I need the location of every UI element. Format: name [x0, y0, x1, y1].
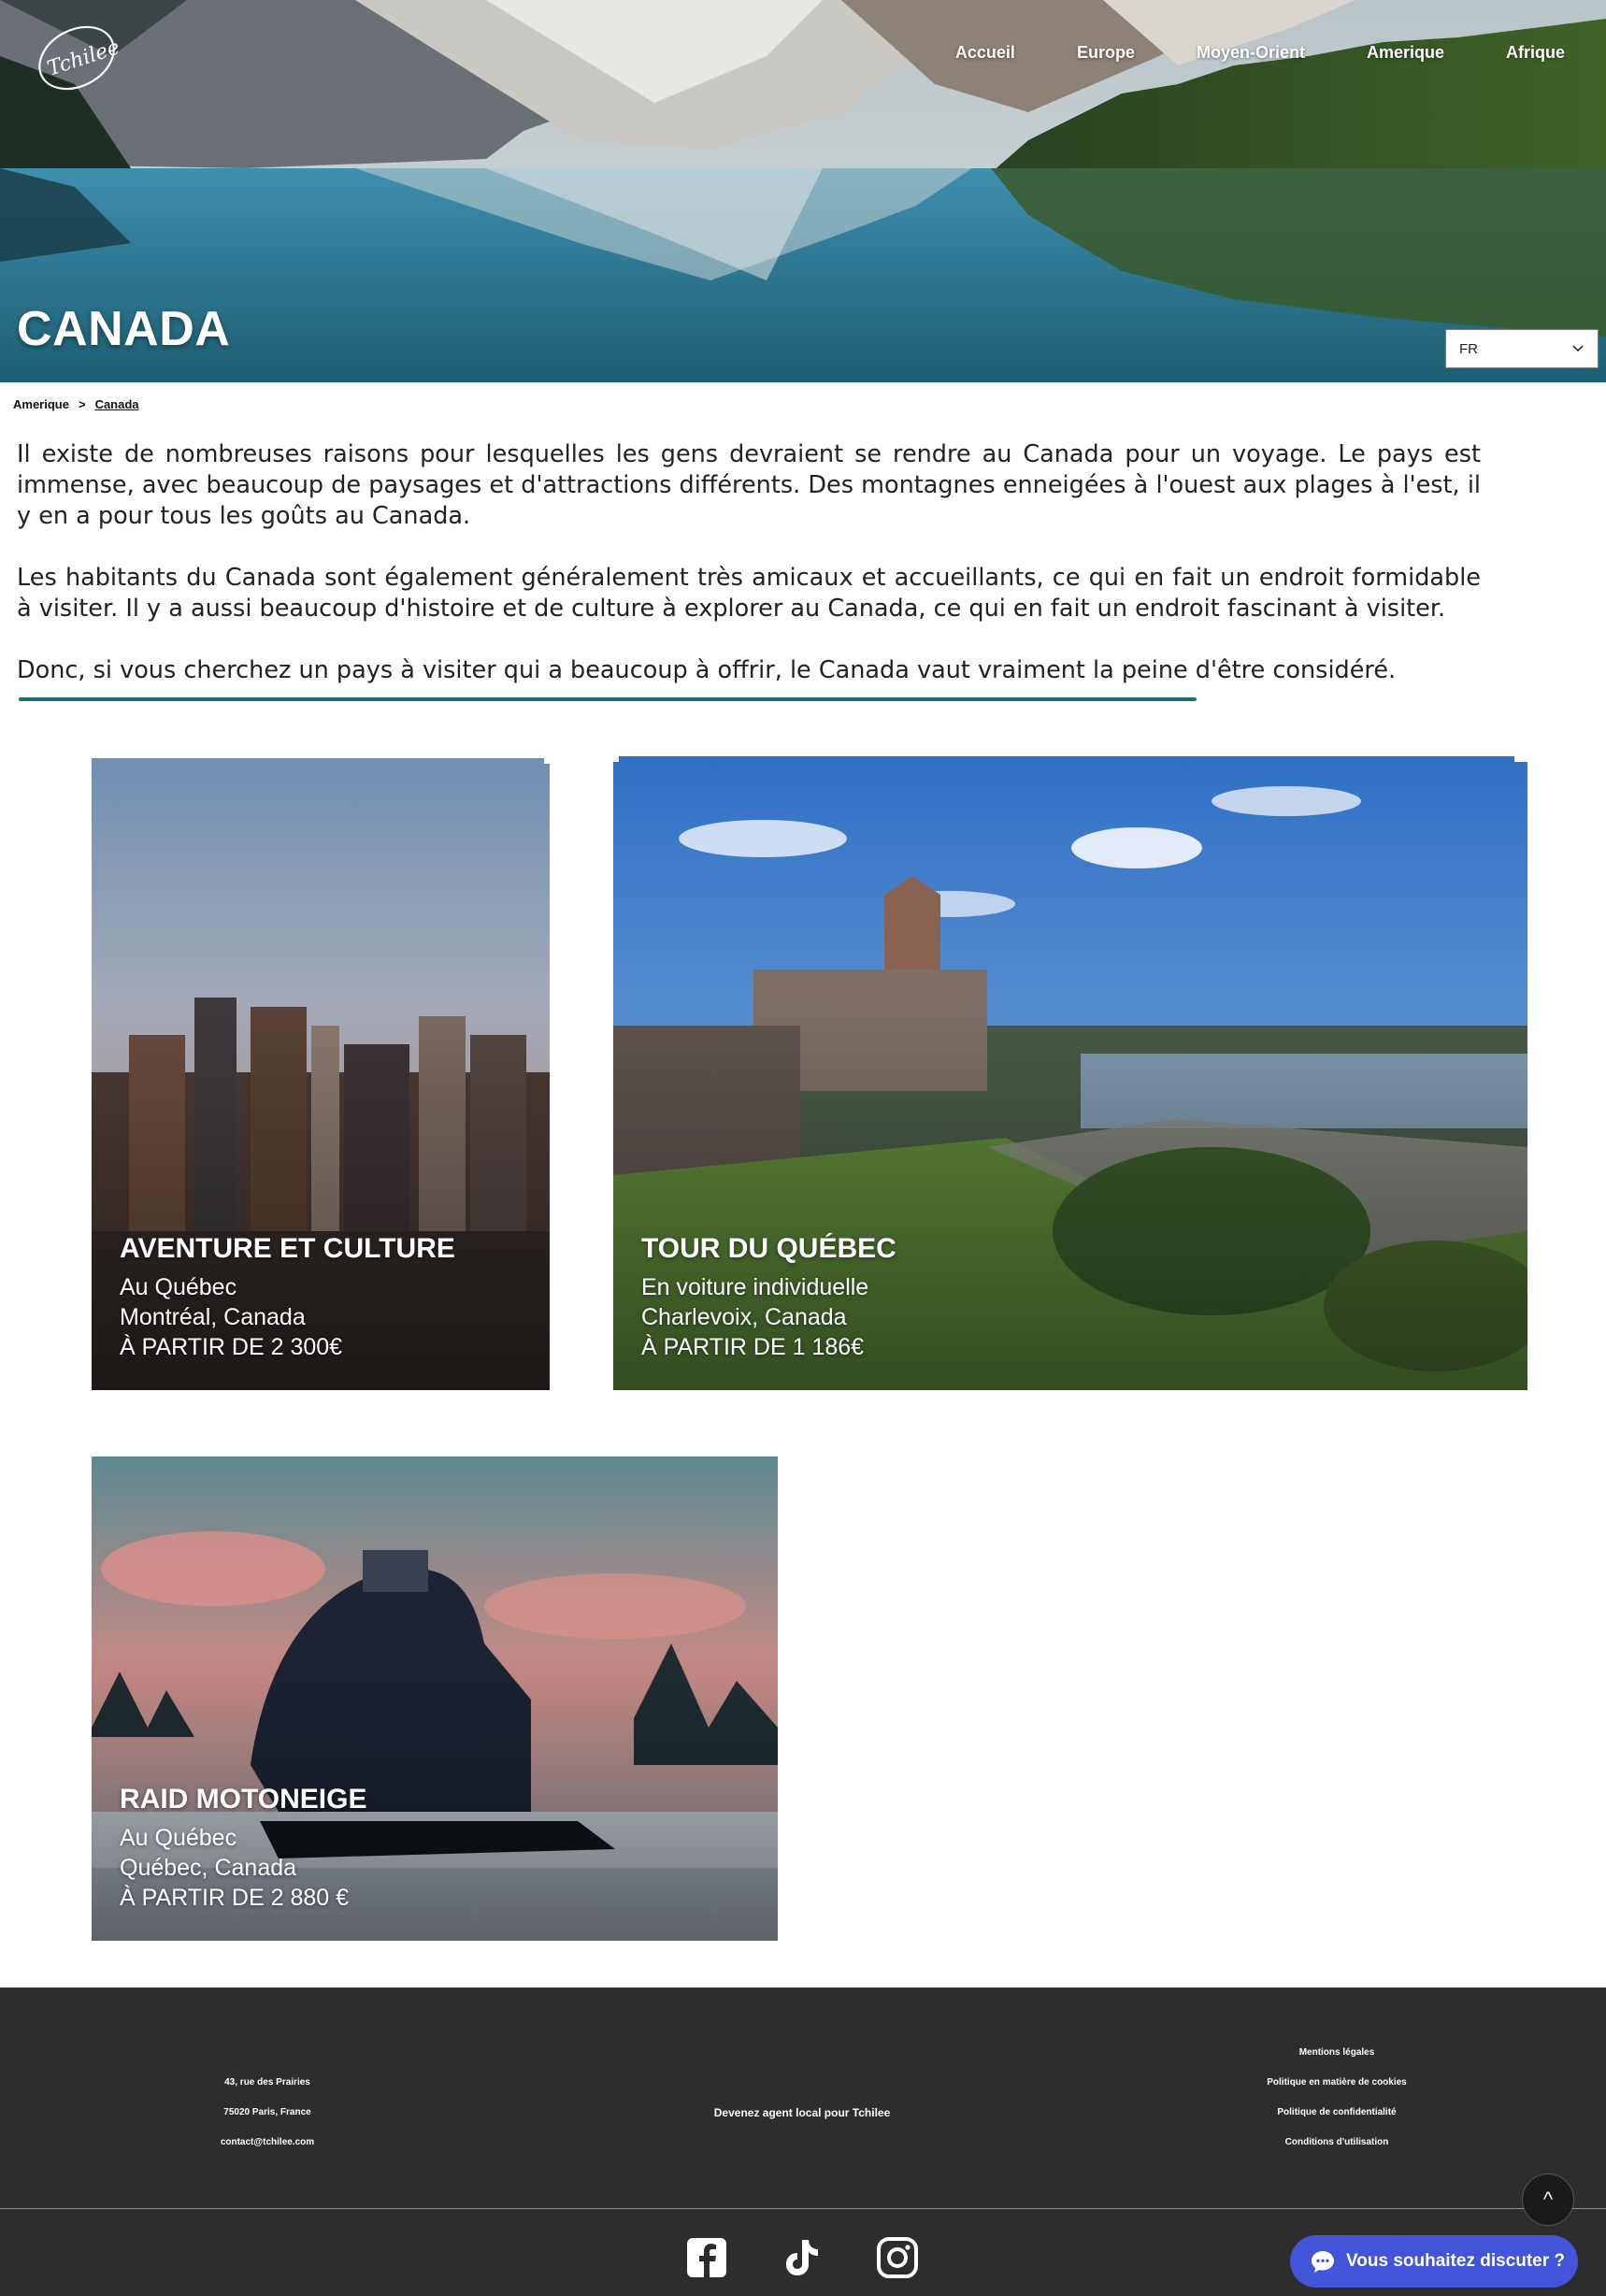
- card-price: À PARTIR DE 2 880 €: [120, 1885, 350, 1911]
- breadcrumb-separator: >: [78, 397, 86, 411]
- card-title: TOUR DU QUÉBEC: [641, 1233, 896, 1264]
- nav-item-accueil[interactable]: Accueil: [955, 43, 1015, 63]
- card-corner-notch: [544, 745, 550, 764]
- card-corner-notch: [613, 745, 619, 762]
- svg-text:Tchilee: Tchilee: [45, 36, 122, 80]
- card-subtitle: Au Québec: [120, 1274, 237, 1300]
- intro-paragraph-2: Les habitants du Canada sont également g…: [17, 564, 1481, 623]
- main-nav: Accueil Europe Moyen-Orient Amerique Afr…: [894, 43, 1565, 63]
- footer-address-city: 75020 Paris, France: [223, 2107, 311, 2117]
- footer-legal-links: Mentions légales Politique en matière de…: [1225, 2038, 1449, 2158]
- chat-button[interactable]: Vous souhaitez discuter ?: [1290, 2235, 1578, 2288]
- card-corner-notch: [1514, 745, 1527, 762]
- facebook-icon[interactable]: [685, 2236, 728, 2279]
- breadcrumb-parent[interactable]: Amerique: [13, 397, 69, 411]
- page-title: CANADA: [17, 302, 231, 356]
- nav-item-moyen-orient[interactable]: Moyen-Orient: [1197, 43, 1305, 63]
- card-location: Charlevoix, Canada: [641, 1304, 847, 1330]
- footer-agent: Devenez agent local pour Tchilee: [662, 2098, 942, 2128]
- card-price: À PARTIR DE 2 300€: [120, 1334, 343, 1360]
- footer-link-privacy[interactable]: Politique de confidentialité: [1225, 2098, 1449, 2128]
- card-location: Québec, Canada: [120, 1855, 297, 1881]
- hero-banner: Tchilee Accueil Europe Moyen-Orient Amer…: [0, 0, 1606, 382]
- card-location: Montréal, Canada: [120, 1304, 306, 1330]
- nav-item-amerique[interactable]: Amerique: [1367, 43, 1444, 63]
- card-price: À PARTIR DE 1 186€: [641, 1334, 865, 1360]
- footer-email-link[interactable]: contact@tchilee.com: [174, 2128, 361, 2158]
- card-text: TOUR DU QUÉBEC En voiture individuelle C…: [641, 1233, 896, 1362]
- chat-button-label: Vous souhaitez discuter ?: [1346, 2251, 1566, 2271]
- card-subtitle: Au Québec: [120, 1825, 237, 1851]
- intro-underline: [19, 697, 1197, 701]
- footer-link-mentions[interactable]: Mentions légales: [1225, 2038, 1449, 2068]
- footer-divider: [0, 2208, 1606, 2209]
- trip-card-aventure-culture[interactable]: AVENTURE ET CULTURE Au Québec Montréal, …: [92, 745, 550, 1390]
- language-select-value: FR: [1459, 340, 1478, 357]
- intro-paragraph-1: Il existe de nombreuses raisons pour les…: [17, 440, 1481, 530]
- intro-paragraph-3: Donc, si vous cherchez un pays à visiter…: [17, 656, 1397, 684]
- breadcrumb: Amerique > Canada: [13, 397, 139, 411]
- nav-item-afrique[interactable]: Afrique: [1506, 43, 1565, 63]
- nav-item-europe[interactable]: Europe: [1077, 43, 1135, 63]
- chevron-down-icon: [1572, 345, 1584, 352]
- scroll-top-button[interactable]: ^: [1522, 2174, 1574, 2226]
- intro-text: Il existe de nombreuses raisons pour les…: [17, 439, 1481, 686]
- card-text: AVENTURE ET CULTURE Au Québec Montréal, …: [120, 1233, 455, 1362]
- card-text: RAID MOTONEIGE Au Québec Québec, Canada …: [120, 1784, 366, 1913]
- trip-card-raid-motoneige[interactable]: RAID MOTONEIGE Au Québec Québec, Canada …: [92, 1457, 778, 1941]
- scroll-top-label: ^: [1542, 2188, 1554, 2211]
- tiktok-icon[interactable]: [780, 2236, 823, 2279]
- tchilee-logo[interactable]: Tchilee: [28, 9, 122, 103]
- breadcrumb-current[interactable]: Canada: [95, 397, 139, 411]
- footer-link-terms[interactable]: Conditions d'utilisation: [1225, 2128, 1449, 2158]
- footer-address-street: 43, rue des Prairies: [224, 2077, 310, 2088]
- language-select[interactable]: FR: [1445, 329, 1599, 368]
- chat-bubble-icon: [1312, 2251, 1334, 2273]
- card-title: AVENTURE ET CULTURE: [120, 1233, 455, 1264]
- card-subtitle: En voiture individuelle: [641, 1274, 869, 1300]
- card-title: RAID MOTONEIGE: [120, 1784, 367, 1815]
- trip-card-tour-quebec[interactable]: TOUR DU QUÉBEC En voiture individuelle C…: [613, 745, 1527, 1390]
- instagram-icon[interactable]: [876, 2236, 919, 2279]
- footer-address: 43, rue des Prairies 75020 Paris, France…: [174, 2068, 361, 2158]
- footer-agent-link[interactable]: Devenez agent local pour Tchilee: [662, 2098, 942, 2128]
- footer-link-cookies[interactable]: Politique en matière de cookies: [1225, 2068, 1449, 2098]
